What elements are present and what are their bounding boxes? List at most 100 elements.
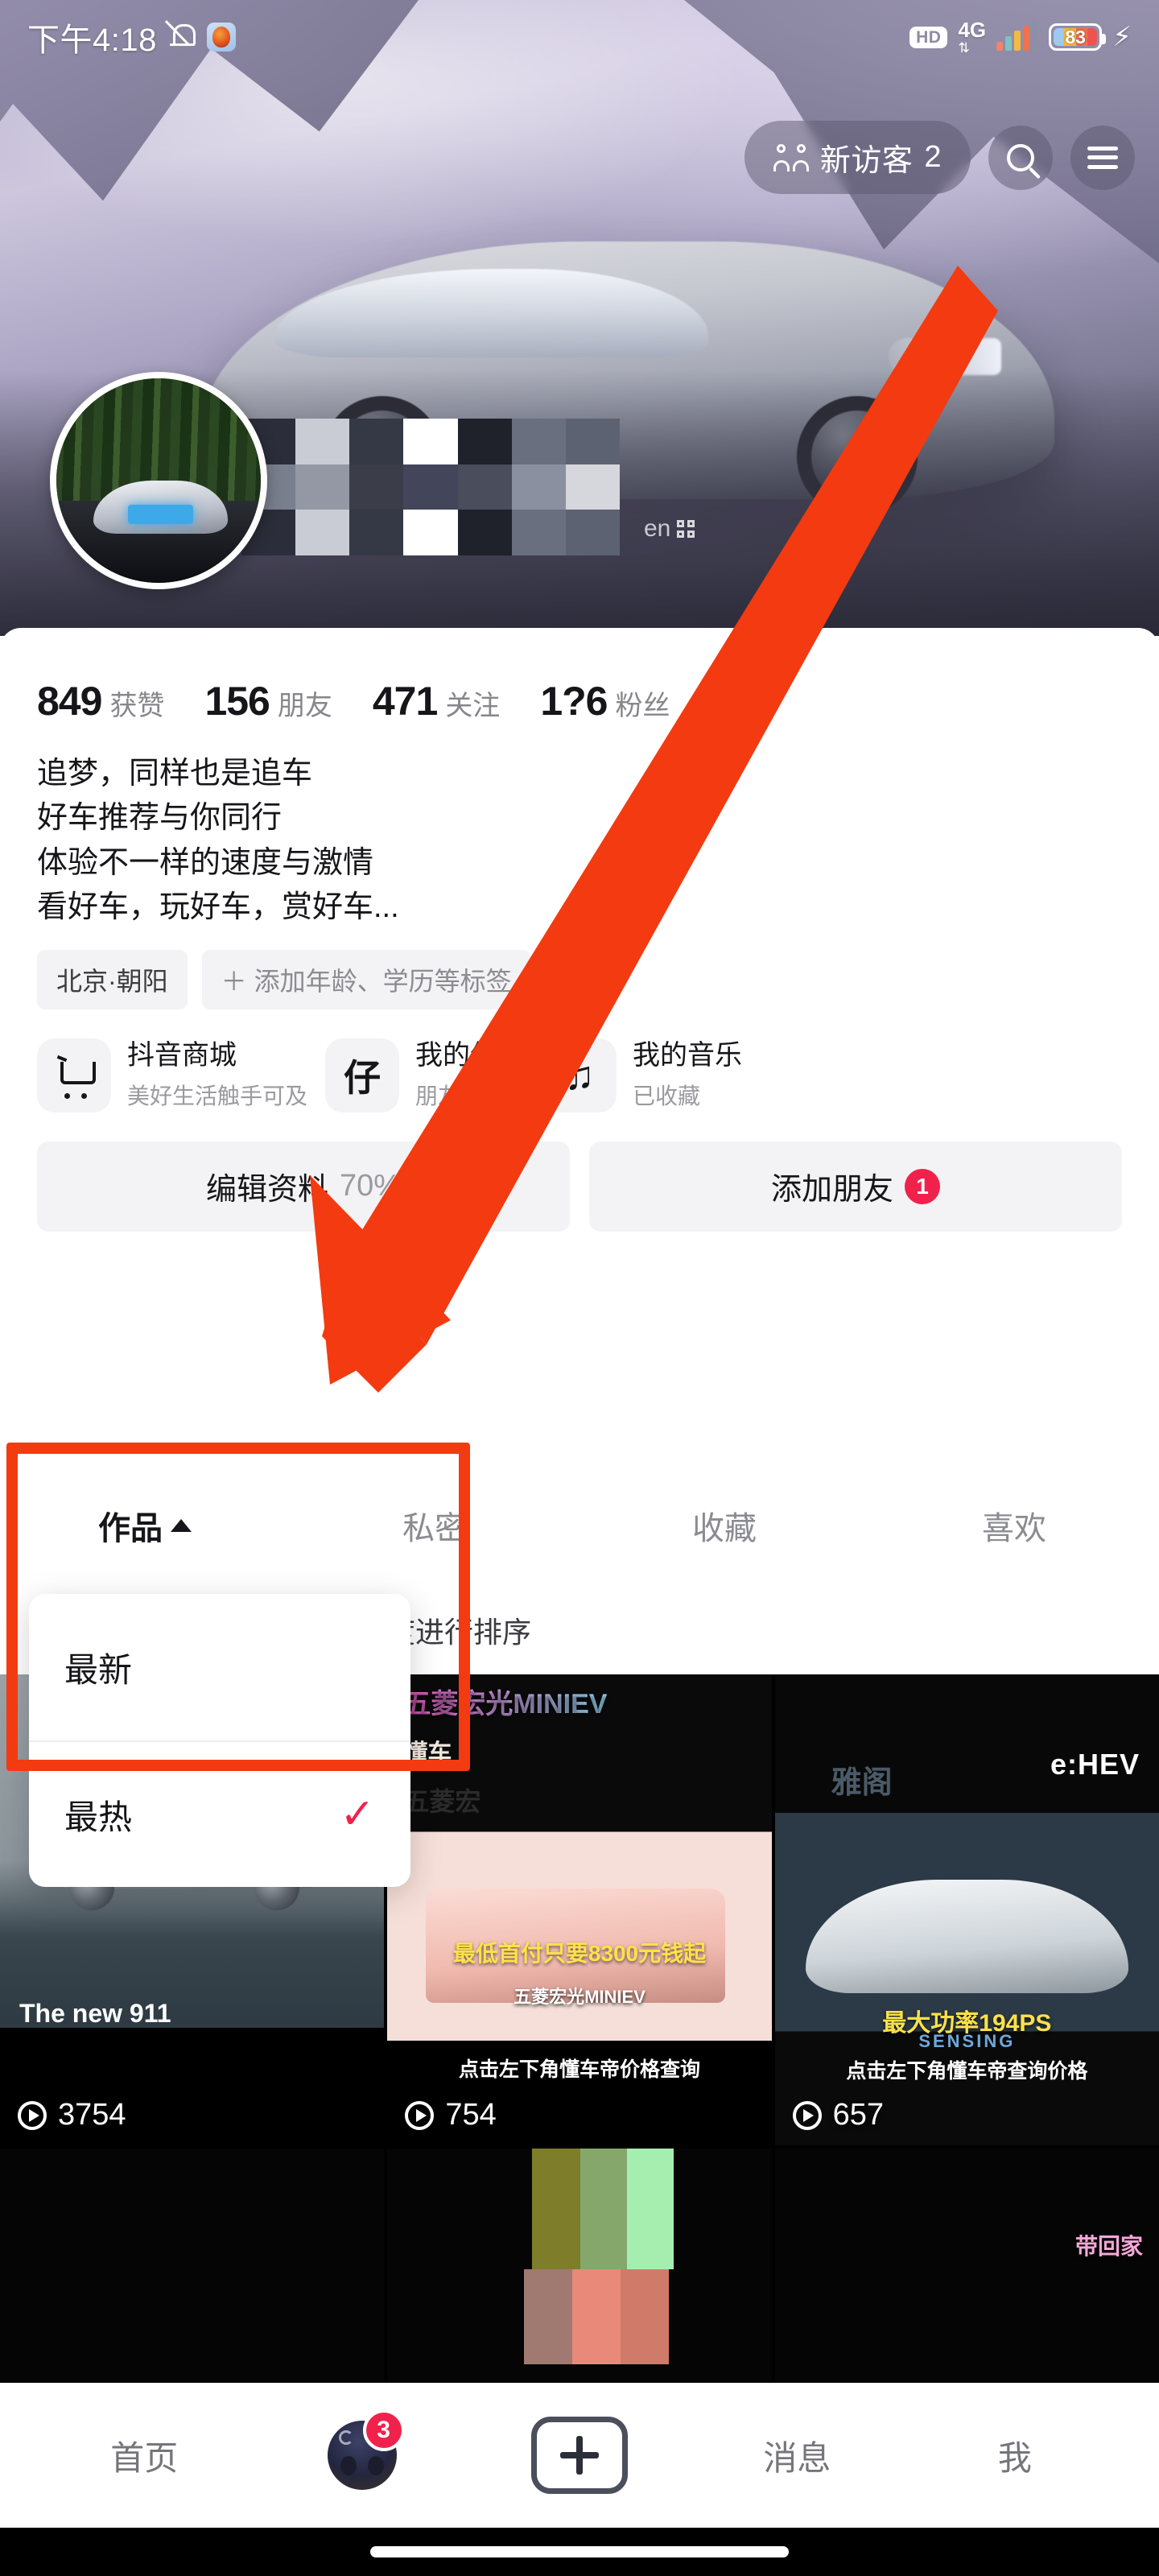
edit-profile-label: 编辑资料 bbox=[205, 1173, 328, 1208]
mosaic-block bbox=[349, 510, 404, 555]
stat-friends[interactable]: 156 朋友 bbox=[204, 678, 332, 724]
home-indicator[interactable] bbox=[370, 2546, 789, 2557]
zai-character-icon: 仔 bbox=[344, 1056, 382, 1099]
tab-likes[interactable]: 喜欢 bbox=[869, 1502, 1159, 1549]
stat-followers-label: 粉丝 bbox=[615, 691, 670, 721]
check-icon: ✓ bbox=[340, 1791, 375, 1838]
nav-create[interactable] bbox=[471, 2417, 688, 2494]
nav-home[interactable]: 首页 bbox=[35, 2431, 253, 2480]
mosaic-block bbox=[457, 510, 512, 555]
add-friend-button[interactable]: 添加朋友 1 bbox=[589, 1141, 1122, 1232]
search-button[interactable] bbox=[988, 125, 1053, 190]
profile-bio[interactable]: 追梦，同样也是追车 好车推荐与你同行 体验不一样的速度与激情 看好车，玩好车，赏… bbox=[0, 724, 1159, 931]
music-note-icon: ♫ bbox=[564, 1052, 595, 1098]
mosaic-block bbox=[532, 2149, 581, 2269]
new-visitors-button[interactable]: 新访客 2 bbox=[744, 121, 971, 194]
mosaic-block bbox=[565, 464, 620, 510]
shortcut-zaizai-text: 我的仔仔 朋友广场 bbox=[415, 1039, 525, 1111]
tab-likes-label: 喜欢 bbox=[982, 1511, 1046, 1546]
play-triangle-icon bbox=[18, 2100, 47, 2130]
video-card-6[interactable]: 带回家 bbox=[774, 2149, 1159, 2390]
mosaic-block bbox=[349, 419, 404, 464]
shortcut-mall[interactable]: 抖音商城 美好生活触手可及 bbox=[37, 1038, 307, 1113]
mosaic-block bbox=[524, 2269, 573, 2364]
zai-character-icon-wrap: 仔 bbox=[325, 1038, 400, 1113]
mosaic-block bbox=[457, 419, 512, 464]
video-card-4[interactable] bbox=[0, 2149, 385, 2390]
battery-indicator: 83 bbox=[1049, 23, 1107, 51]
status-bar: 下午4:18 HD 4G ⇅ 83 ⚡ bbox=[0, 0, 1159, 74]
accord-overlay-title: 雅阁 bbox=[831, 1766, 893, 1800]
accord-hev-badge: e:HEV bbox=[1050, 1748, 1140, 1781]
battery-percent: 83 bbox=[1065, 26, 1086, 47]
avatar-eye-left bbox=[340, 2456, 357, 2475]
red-highlight-box bbox=[6, 1443, 470, 1771]
app-notification-icon bbox=[206, 23, 236, 52]
stat-likes-label: 获赞 bbox=[109, 691, 165, 721]
avatar-eye-right bbox=[367, 2456, 384, 2475]
video-card-3[interactable]: 雅阁 e:HEV 最大功率194PS SENSING 点击左下角懂车帝查询价格 … bbox=[774, 1670, 1159, 2145]
bottom-navigation: 首页 3 消息 我 bbox=[0, 2383, 1159, 2576]
new-visitors-label: 新访客 bbox=[819, 144, 914, 178]
bio-line-1: 追梦，同样也是追车 bbox=[37, 757, 313, 791]
video-thumb-5 bbox=[387, 2149, 772, 2390]
play-count-3-value: 657 bbox=[832, 2098, 885, 2132]
add-friend-badge: 1 bbox=[905, 1168, 940, 1204]
mosaic-block bbox=[403, 419, 458, 464]
stat-following[interactable]: 471 关注 bbox=[373, 678, 500, 724]
play-count-1-value: 3754 bbox=[58, 2098, 126, 2132]
mosaic-block bbox=[565, 510, 620, 555]
wuling-hint-text: 点击左下角懂车帝价格查询 bbox=[458, 2058, 700, 2081]
phone-screen: 下午4:18 HD 4G ⇅ 83 ⚡ 新访客 2 en 849 获赞 156 … bbox=[0, 0, 1159, 2576]
profile-body: 849 获赞 156 朋友 471 关注 1?6 粉丝 追梦，同样也是追车 好车… bbox=[0, 628, 1159, 1433]
stat-followers[interactable]: 1?6 粉丝 bbox=[540, 678, 670, 724]
nav-me[interactable]: 我 bbox=[906, 2431, 1124, 2480]
tag-add-info[interactable]: ＋ 添加年龄、学历等标签 bbox=[201, 949, 531, 1009]
video-thumb-accord: 雅阁 e:HEV 最大功率194PS SENSING 点击左下角懂车帝查询价格 bbox=[774, 1670, 1159, 2145]
signal-bars-icon bbox=[996, 21, 1039, 51]
nav-messages[interactable]: 消息 bbox=[688, 2431, 905, 2480]
stat-friends-label: 朋友 bbox=[277, 691, 332, 721]
stat-following-count: 471 bbox=[372, 679, 438, 724]
tab-favorites-label: 收藏 bbox=[692, 1511, 757, 1546]
shortcut-music[interactable]: ♫ 我的音乐 已收藏 bbox=[542, 1038, 742, 1113]
play-count-3: 657 bbox=[792, 2098, 885, 2132]
shortcut-music-title: 我的音乐 bbox=[633, 1040, 743, 1071]
mosaic-block bbox=[403, 510, 458, 555]
mute-bell-icon bbox=[168, 22, 196, 52]
play-count-2: 754 bbox=[405, 2098, 497, 2132]
shortcut-mall-title: 抖音商城 bbox=[127, 1040, 237, 1071]
network-indicator: 4G ⇅ bbox=[958, 19, 986, 55]
menu-button[interactable] bbox=[1070, 125, 1135, 190]
tab-favorites[interactable]: 收藏 bbox=[580, 1502, 869, 1549]
nav-friends-badge: 3 bbox=[362, 2409, 405, 2451]
stat-likes[interactable]: 849 获赞 bbox=[37, 678, 164, 724]
edit-profile-percent: 70% bbox=[339, 1169, 402, 1203]
mosaic-block bbox=[457, 464, 512, 510]
accord-hint-text: 点击左下角懂车帝查询价格 bbox=[846, 2060, 1088, 2083]
bottom-nav-row: 首页 3 消息 我 bbox=[0, 2383, 1159, 2528]
shortcut-mall-text: 抖音商城 美好生活触手可及 bbox=[127, 1039, 307, 1111]
profile-shortcuts: 抖音商城 美好生活触手可及 仔 我的仔仔 朋友广场 ♫ 我的音乐 已收藏 bbox=[0, 1009, 1159, 1113]
plus-icon bbox=[531, 2417, 629, 2494]
video-card-5[interactable] bbox=[387, 2149, 772, 2390]
mosaic-block bbox=[295, 419, 350, 464]
hamburger-menu-icon bbox=[1087, 146, 1118, 169]
mosaic-block bbox=[572, 2269, 621, 2364]
tag-location[interactable]: 北京·朝阳 bbox=[37, 949, 188, 1009]
video-thumb-6: 带回家 bbox=[774, 2149, 1159, 2390]
nav-me-label: 我 bbox=[997, 2438, 1032, 2477]
moon-icon bbox=[338, 2430, 353, 2445]
avatar[interactable] bbox=[50, 372, 267, 589]
edit-profile-button[interactable]: 编辑资料 70% bbox=[37, 1141, 570, 1232]
video-6-overlay-text: 带回家 bbox=[1074, 2234, 1143, 2259]
shortcut-music-subtitle: 已收藏 bbox=[633, 1084, 701, 1109]
nav-friends-avatar: 3 bbox=[327, 2409, 405, 2490]
shopping-cart-icon bbox=[56, 1057, 96, 1099]
qr-code-hint[interactable]: en bbox=[644, 515, 695, 543]
new-visitors-count: 2 bbox=[924, 140, 942, 174]
nav-friends[interactable]: 3 bbox=[253, 2409, 470, 2490]
shortcut-zaizai-subtitle: 朋友广场 bbox=[415, 1084, 506, 1109]
play-triangle-icon bbox=[792, 2100, 822, 2130]
shortcut-zaizai[interactable]: 仔 我的仔仔 朋友广场 bbox=[325, 1038, 525, 1113]
